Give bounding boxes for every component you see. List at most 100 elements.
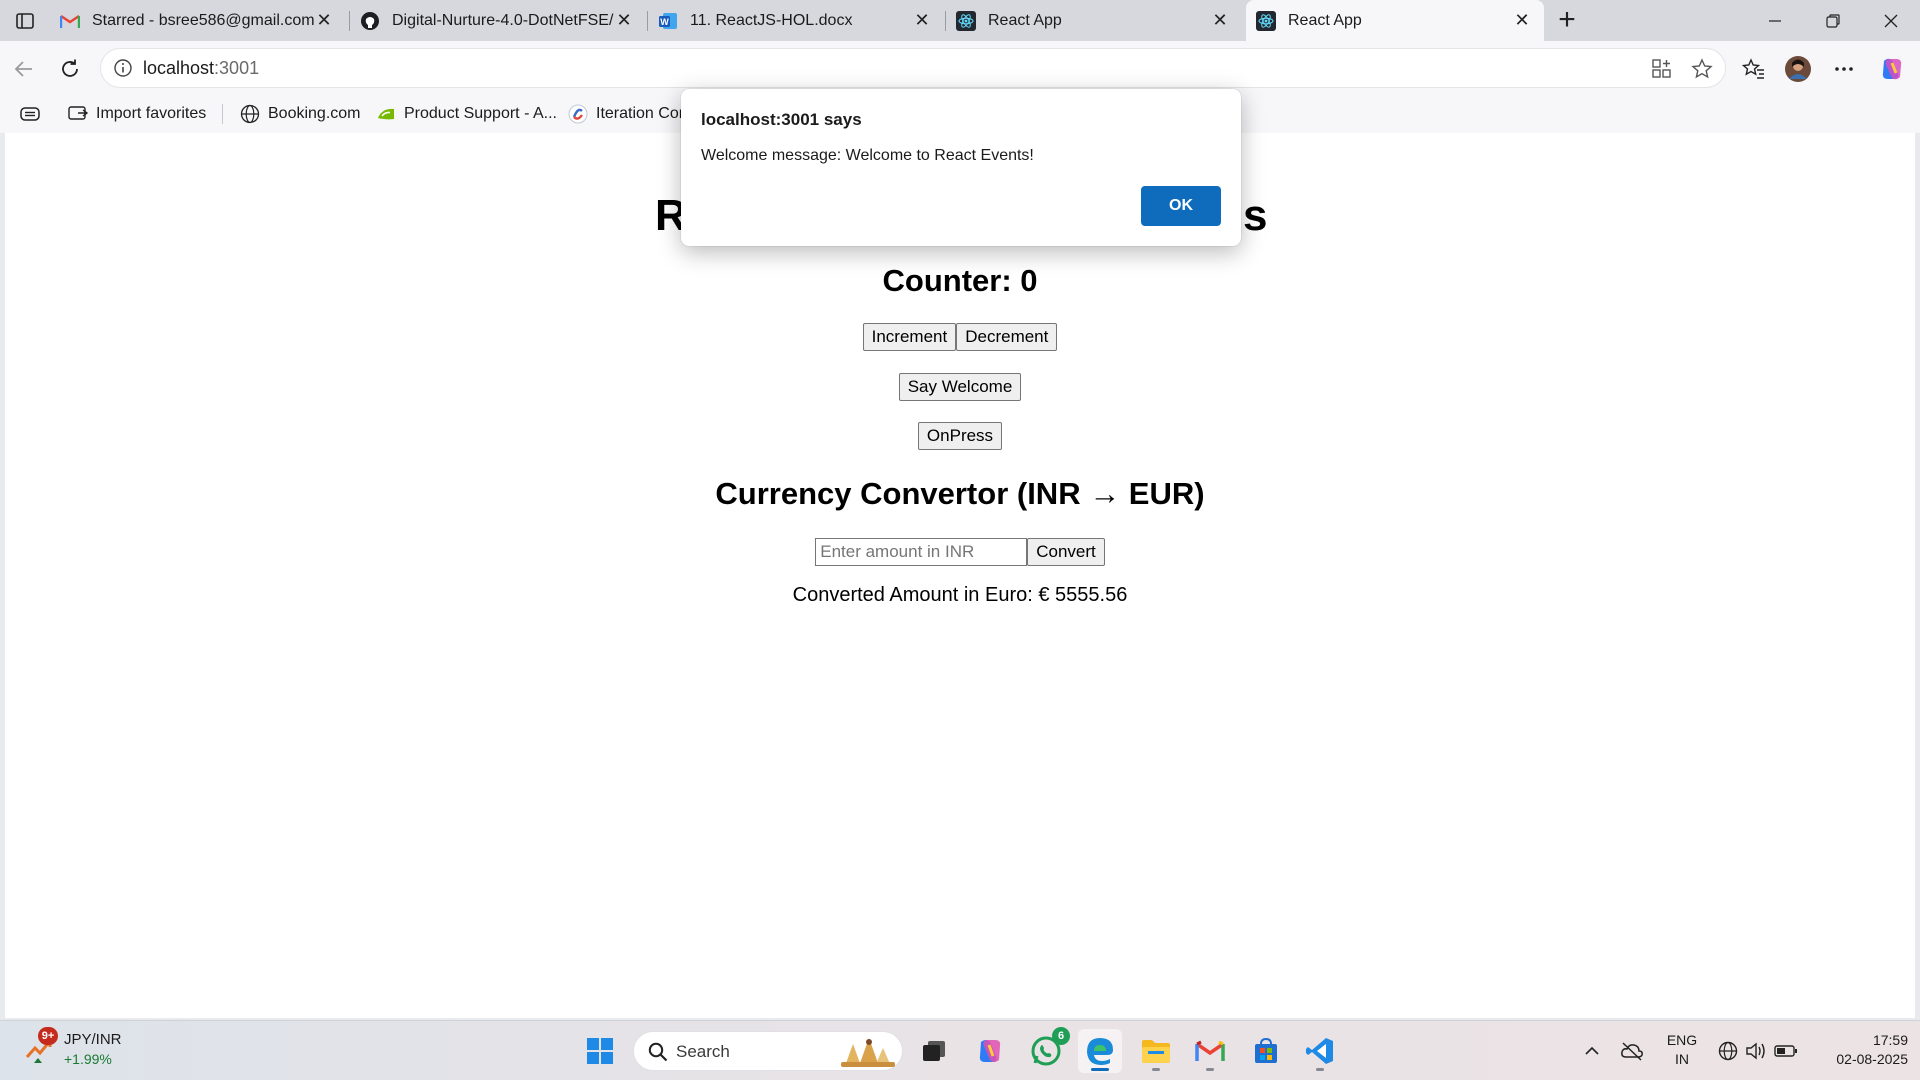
favorites-button[interactable]: [1740, 55, 1768, 83]
search-label: Search: [676, 1042, 730, 1061]
address-bar[interactable]: localhost:3001: [100, 48, 1726, 88]
windows-icon: [587, 1038, 613, 1064]
taskbar-store[interactable]: [1244, 1029, 1288, 1073]
taskbar-whatsapp[interactable]: 6: [1024, 1027, 1070, 1073]
bookmark-label: Product Support - A...: [404, 105, 557, 122]
close-icon: [1884, 14, 1898, 27]
currency-form: Convert: [5, 538, 1915, 566]
refresh-button[interactable]: [54, 53, 86, 85]
tab-title: Digital-Nurture-4.0-DotNetFSE/D: [392, 11, 614, 29]
copilot-button[interactable]: [1878, 55, 1906, 83]
taskbar-copilot[interactable]: [968, 1029, 1012, 1073]
tab-title: React App: [1288, 11, 1362, 29]
back-button[interactable]: [8, 53, 40, 85]
onpress-row: OnPress: [5, 422, 1915, 450]
say-welcome-button[interactable]: Say Welcome: [898, 373, 1022, 401]
taskbar-edge[interactable]: [1078, 1029, 1122, 1073]
favorites-list-icon: [1742, 58, 1764, 79]
running-indicator: [1152, 1068, 1160, 1071]
reading-mode-button[interactable]: [20, 102, 40, 126]
battery-button[interactable]: [1772, 1035, 1800, 1067]
restore-button[interactable]: [1804, 0, 1862, 41]
search-highlight-icon: [841, 1038, 895, 1067]
close-icon[interactable]: ✕: [1210, 10, 1230, 31]
bookmark-iteration[interactable]: Iteration Con: [568, 102, 688, 126]
task-view-icon: [923, 1041, 945, 1061]
import-icon: [68, 104, 88, 124]
restore-icon: [1826, 13, 1840, 28]
taskbar-task-view[interactable]: [912, 1029, 956, 1073]
decrement-button[interactable]: Decrement: [956, 323, 1058, 351]
close-icon[interactable]: ✕: [1512, 10, 1532, 31]
bookmark-label: Import favorites: [96, 105, 207, 122]
word-icon: W: [658, 11, 678, 31]
battery-icon: [1774, 1045, 1797, 1057]
info-icon[interactable]: [113, 58, 133, 78]
url-port: :3001: [214, 58, 260, 78]
running-indicator: [1316, 1068, 1324, 1071]
github-icon: [360, 11, 380, 31]
minimize-button[interactable]: [1746, 0, 1804, 41]
stocks-widget[interactable]: 9+ JPY/INR +1.99%: [22, 1027, 132, 1073]
taskbar-vscode[interactable]: [1298, 1029, 1342, 1073]
profile-button[interactable]: [1784, 55, 1812, 83]
notification-badge: 9+: [38, 1027, 58, 1045]
counter-controls: Increment Decrement: [5, 323, 1915, 351]
taskbar-search[interactable]: Search: [633, 1031, 903, 1071]
page-heading-right: s: [1243, 191, 1268, 240]
gmail-icon: [1195, 1040, 1225, 1061]
language-indicator[interactable]: ENG IN: [1664, 1031, 1700, 1069]
dialog-title: localhost:3001 says: [701, 110, 862, 129]
onpress-button[interactable]: OnPress: [917, 422, 1003, 450]
bookmark-product-support[interactable]: Product Support - A...: [376, 102, 557, 126]
alert-dialog: localhost:3001 says Welcome message: Wel…: [681, 89, 1241, 246]
bookmark-booking[interactable]: Booking.com: [240, 102, 361, 126]
tab-actions-button[interactable]: [10, 8, 40, 34]
close-window-button[interactable]: [1862, 0, 1920, 41]
tab-github[interactable]: Digital-Nurture-4.0-DotNetFSE/D ✕: [350, 0, 646, 41]
amount-input[interactable]: [815, 538, 1028, 566]
back-arrow-icon: [14, 61, 32, 77]
close-icon[interactable]: ✕: [614, 10, 634, 31]
whatsapp-badge: 6: [1052, 1027, 1070, 1045]
favorite-star-icon[interactable]: [1691, 58, 1713, 80]
url-text[interactable]: localhost:3001: [143, 58, 259, 79]
tab-react-app[interactable]: React App ✕: [946, 0, 1242, 41]
edge-icon: [1087, 1038, 1113, 1065]
tab-title: Starred - bsree586@gmail.com - G: [92, 11, 314, 29]
more-options-icon: [1835, 67, 1853, 71]
tab-react-app-active[interactable]: React App ✕: [1246, 0, 1544, 41]
convert-button[interactable]: Convert: [1027, 538, 1105, 566]
taskbar-file-explorer[interactable]: [1134, 1029, 1178, 1073]
counter-value: Counter: 0: [882, 263, 1038, 298]
tab-organizer-icon: [20, 107, 40, 121]
bookmark-import-favorites[interactable]: Import favorites: [68, 102, 206, 126]
tab-word-doc[interactable]: W 11. ReactJS-HOL.docx ✕: [648, 0, 944, 41]
ok-button[interactable]: OK: [1141, 186, 1221, 226]
tab-gmail[interactable]: Starred - bsree586@gmail.com - G ✕: [50, 0, 346, 41]
page-content: R s Counter: 0 Increment Decrement Say W…: [5, 133, 1915, 1018]
taskbar-gmail[interactable]: [1188, 1029, 1232, 1073]
start-button[interactable]: [578, 1029, 622, 1073]
bookmark-label: Iteration Con: [596, 105, 688, 122]
increment-button[interactable]: Increment: [862, 323, 957, 351]
converted-amount: Converted Amount in Euro: € 5555.56: [792, 584, 1128, 606]
tab-title: React App: [988, 11, 1062, 29]
volume-button[interactable]: [1742, 1035, 1770, 1067]
app-install-icon[interactable]: [1651, 58, 1673, 80]
gmail-icon: [60, 11, 80, 31]
onedrive-button[interactable]: [1618, 1035, 1646, 1067]
react-icon: [956, 10, 976, 31]
show-hidden-icons-button[interactable]: [1578, 1035, 1606, 1067]
close-icon[interactable]: ✕: [314, 10, 334, 31]
copilot-icon: [1882, 58, 1902, 80]
globe-icon: [1718, 1041, 1738, 1061]
clock[interactable]: 17:59 02-08-2025: [1808, 1031, 1908, 1069]
network-button[interactable]: [1714, 1035, 1742, 1067]
tab-strip: Starred - bsree586@gmail.com - G ✕ Digit…: [0, 0, 1920, 41]
site-icon: [568, 104, 588, 124]
new-tab-button[interactable]: +: [1552, 5, 1582, 36]
avatar: [1785, 56, 1811, 82]
settings-more-button[interactable]: [1830, 55, 1858, 83]
close-icon[interactable]: ✕: [912, 10, 932, 31]
